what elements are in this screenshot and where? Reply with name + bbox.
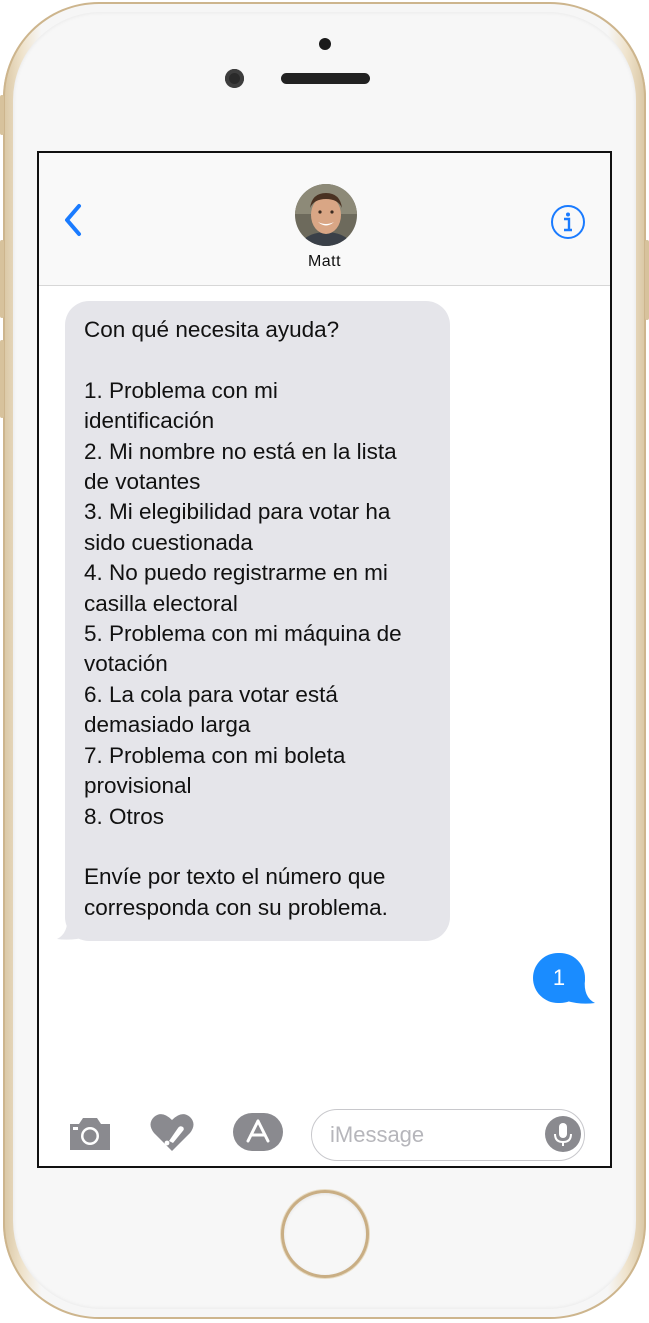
avatar[interactable] [295, 184, 357, 246]
home-button[interactable] [281, 1190, 369, 1278]
outgoing-bubble-tail [567, 979, 595, 1004]
incoming-bubble-tail [57, 915, 87, 940]
power-button [645, 240, 649, 320]
proximity-sensor [319, 38, 331, 50]
volume-down-button [0, 340, 4, 418]
info-button[interactable] [549, 203, 587, 241]
microphone-icon [554, 1123, 572, 1146]
contact-name[interactable]: Matt [39, 253, 610, 271]
digital-touch-button[interactable] [149, 1111, 195, 1158]
message-input[interactable]: iMessage [311, 1109, 585, 1161]
earpiece-speaker [281, 73, 370, 84]
camera-button[interactable] [67, 1115, 113, 1158]
volume-up-button [0, 240, 4, 318]
info-circle-icon [551, 205, 585, 239]
heart-touch-icon [150, 1114, 194, 1151]
app-store-icon [233, 1113, 283, 1151]
screen: Matt Con qué necesita ayuda? 1. Problema… [37, 151, 612, 1168]
mute-switch [0, 95, 4, 135]
message-input-bar: iMessage [39, 1093, 610, 1166]
conversation-header: Matt [39, 153, 610, 286]
back-button[interactable] [59, 201, 89, 241]
microphone-button[interactable] [545, 1116, 581, 1152]
camera-icon [70, 1118, 110, 1150]
chevron-left-icon [65, 204, 81, 236]
app-store-button[interactable] [232, 1112, 284, 1157]
incoming-message-bubble[interactable]: Con qué necesita ayuda? 1. Problema con … [65, 301, 450, 942]
front-camera [225, 69, 244, 88]
